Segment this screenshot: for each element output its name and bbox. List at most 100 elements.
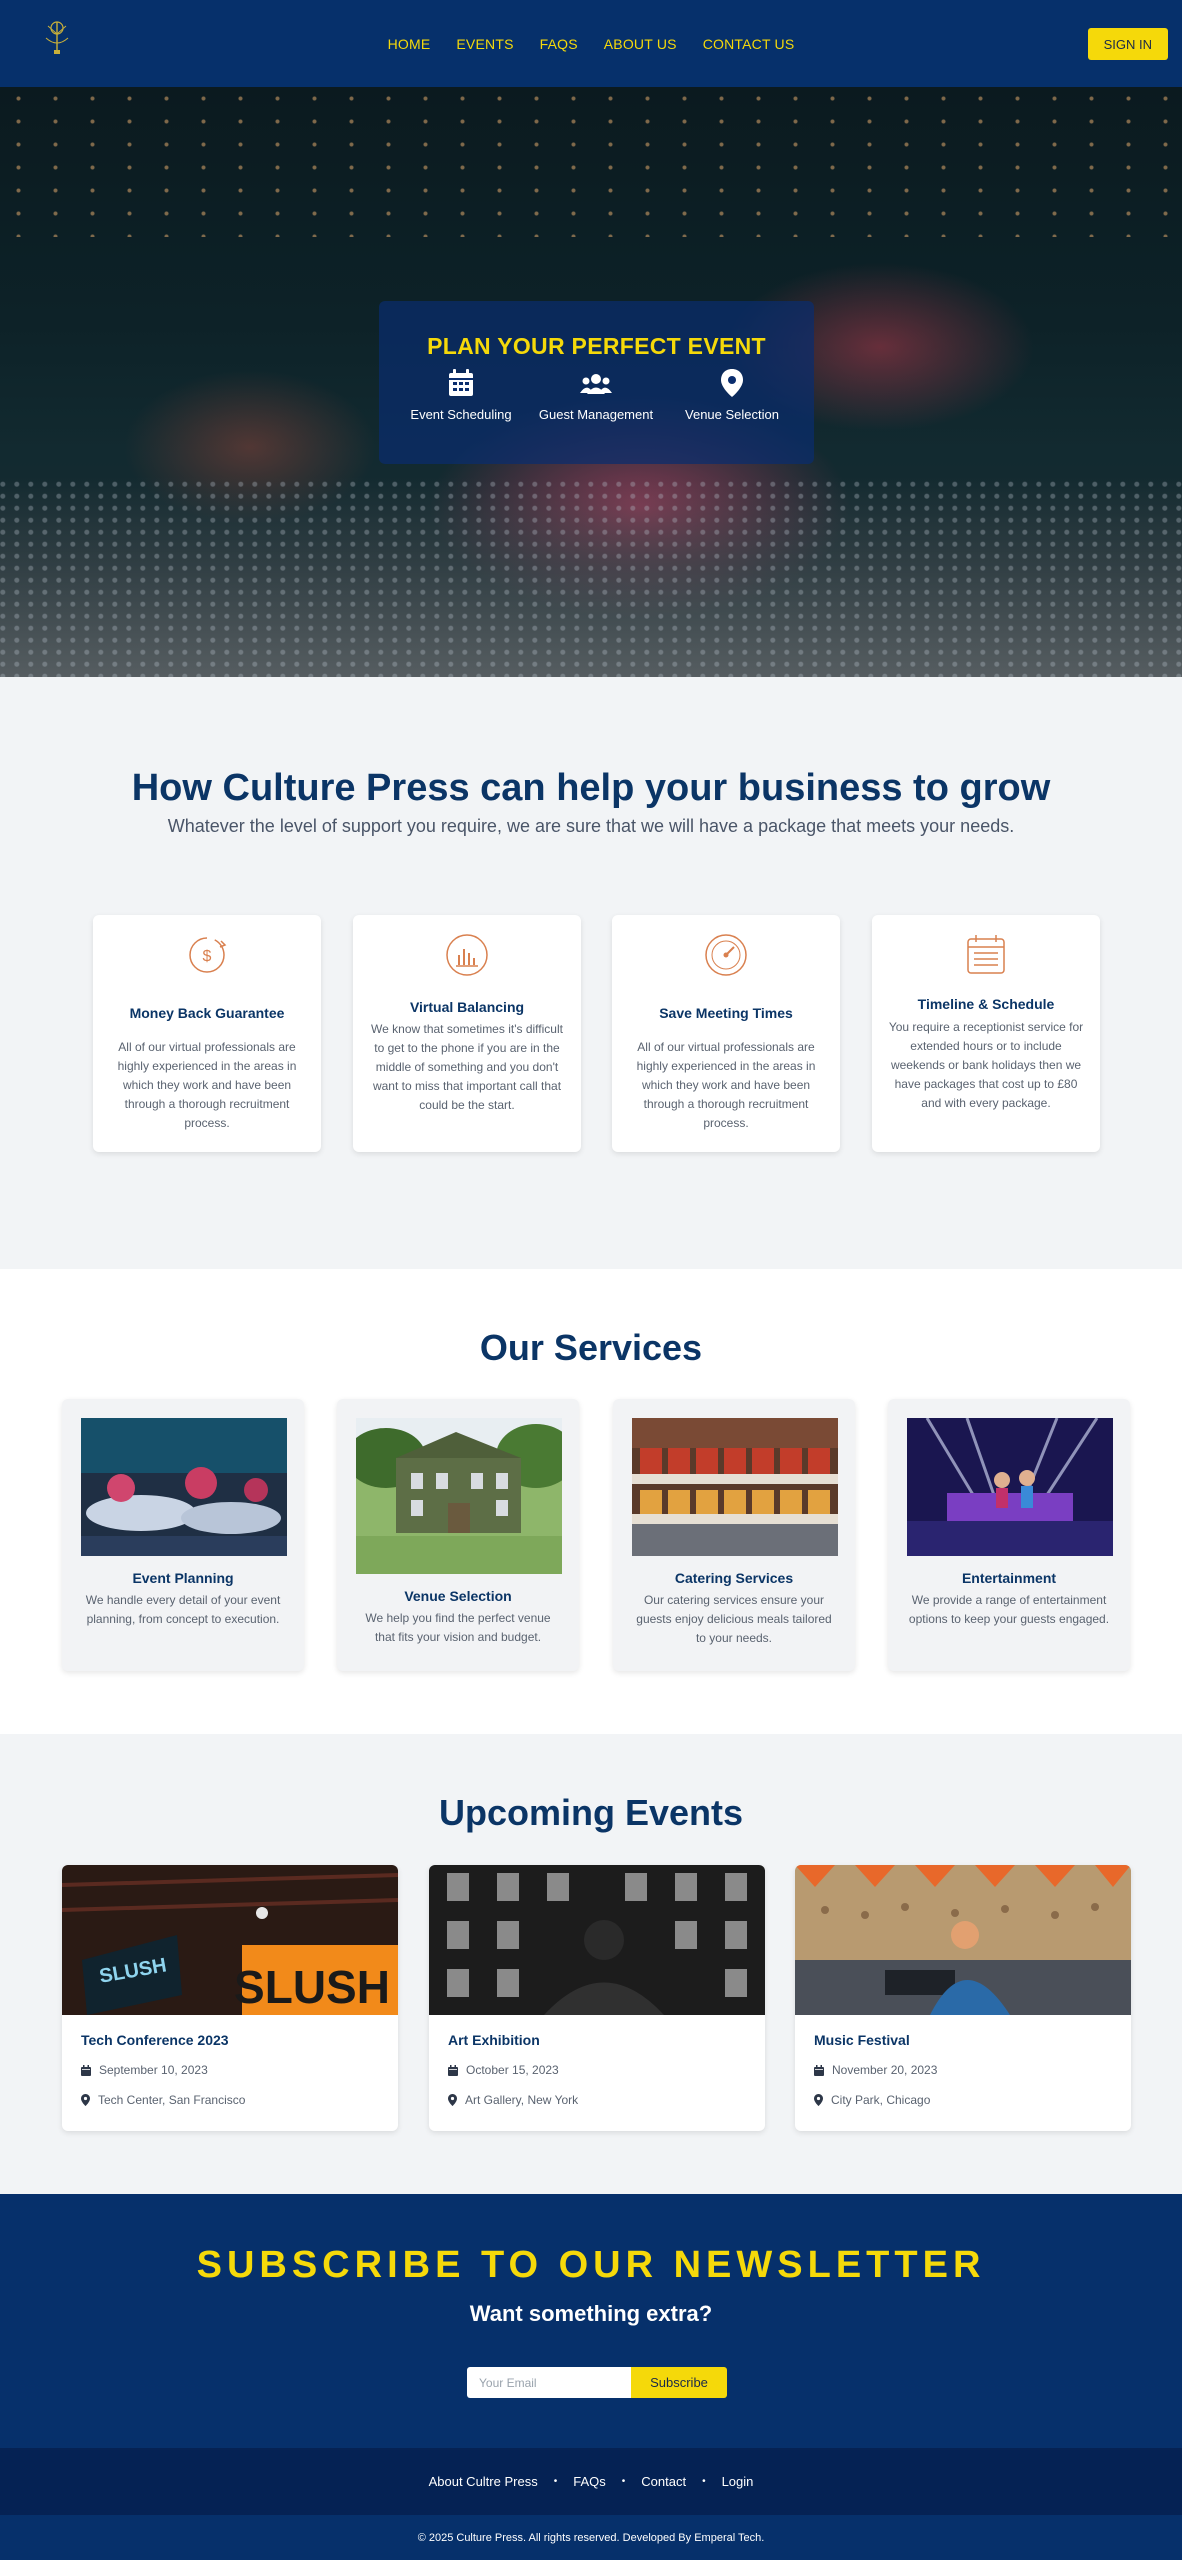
calendar-icon xyxy=(449,369,473,396)
service-card-description: Our catering services ensure your guests… xyxy=(636,1593,832,1645)
growth-section-title: How Culture Press can help your business… xyxy=(131,767,1051,809)
event-card-date: November 20, 2023 xyxy=(814,2063,937,2077)
upcoming-events-title: Upcoming Events xyxy=(438,1792,744,1833)
newsletter-section: SUBSCRIBE TO OUR NEWSLETTER Want somethi… xyxy=(0,2194,1182,2448)
bar-chart-icon xyxy=(446,934,488,976)
hero-feature-label: Venue Selection xyxy=(685,407,779,422)
tech-conference-image: SLUSH SLUSH xyxy=(62,1865,398,2015)
sign-in-button[interactable]: SIGN IN xyxy=(1087,28,1168,60)
event-card-date: September 10, 2023 xyxy=(81,2063,208,2077)
service-card-title: Catering Services xyxy=(674,1570,794,1586)
money-back-icon: $ xyxy=(189,937,227,973)
nav-contact-us[interactable]: CONTACT US xyxy=(703,36,795,52)
hero-background-lights xyxy=(0,87,1182,237)
event-location-text: Art Gallery, New York xyxy=(465,2093,579,2107)
event-card-title: Music Festival xyxy=(814,2032,910,2048)
event-card-location: Tech Center, San Francisco xyxy=(81,2093,245,2107)
feature-card-save-meeting-times: Save Meeting Times All of our virtual pr… xyxy=(612,915,840,1152)
nav-about-us[interactable]: ABOUT US xyxy=(604,36,677,52)
hero-feature-event-scheduling[interactable]: Event Scheduling xyxy=(391,369,531,422)
hero-feature-guest-management[interactable]: Guest Management xyxy=(526,369,666,422)
main-nav: HOME EVENTS FAQS ABOUT US CONTACT US xyxy=(0,0,1182,87)
feature-card-title: Timeline & Schedule xyxy=(917,996,1055,1012)
event-card-location: Art Gallery, New York xyxy=(448,2093,578,2107)
feature-card-title: Money Back Guarantee xyxy=(129,1005,285,1021)
event-card-date: October 15, 2023 xyxy=(448,2063,559,2077)
feature-card-virtual-balancing: Virtual Balancing We know that sometimes… xyxy=(353,915,581,1152)
newsletter-email-input[interactable] xyxy=(467,2367,631,2398)
location-pin-icon xyxy=(81,2094,90,2106)
nav-faqs[interactable]: FAQS xyxy=(540,36,578,52)
svg-text:SLUSH: SLUSH xyxy=(234,1961,390,2013)
service-card-title: Entertainment xyxy=(961,1570,1057,1586)
hero-card: PLAN YOUR PERFECT EVENT Event Scheduling xyxy=(379,301,814,464)
feature-card-description: We know that sometimes it's difficult to… xyxy=(371,1022,563,1112)
hero-feature-venue-selection[interactable]: Venue Selection xyxy=(662,369,802,422)
nav-events[interactable]: EVENTS xyxy=(456,36,513,52)
services-title: Our Services xyxy=(479,1327,703,1368)
gauge-icon xyxy=(705,934,747,976)
entertainment-image xyxy=(907,1418,1113,1556)
footer-separator: • xyxy=(621,2476,626,2487)
feature-card-title: Virtual Balancing xyxy=(409,999,525,1015)
location-pin-icon xyxy=(814,2094,823,2106)
event-card-tech-conference[interactable]: SLUSH SLUSH Tech Conference 2023 Septemb… xyxy=(62,1865,398,2131)
feature-card-description: All of our virtual professionals are hig… xyxy=(636,1040,816,1130)
music-festival-image xyxy=(795,1865,1131,2015)
footer-link-login[interactable]: Login xyxy=(722,2474,754,2489)
feature-card-description: All of our virtual professionals are hig… xyxy=(117,1040,297,1130)
growth-section: How Culture Press can help your business… xyxy=(0,677,1182,1269)
venue-selection-image xyxy=(356,1418,562,1574)
service-card-venue-selection[interactable]: Venue Selection We help you find the per… xyxy=(337,1399,579,1671)
event-location-text: City Park, Chicago xyxy=(831,2093,931,2107)
services-section: Our Services Event Planning We handle ev… xyxy=(0,1269,1182,1734)
feature-card-description: You require a receptionist service for e… xyxy=(888,1020,1084,1110)
feature-card-title: Save Meeting Times xyxy=(659,1005,793,1021)
footer-link-contact[interactable]: Contact xyxy=(641,2474,686,2489)
calendar-icon xyxy=(814,2064,824,2076)
service-card-title: Event Planning xyxy=(132,1570,234,1586)
service-card-description: We provide a range of entertainment opti… xyxy=(908,1593,1110,1626)
growth-section-subtitle: Whatever the level of support you requir… xyxy=(167,816,1015,836)
hero-feature-label: Event Scheduling xyxy=(410,407,512,422)
service-card-entertainment[interactable]: Entertainment We provide a range of ente… xyxy=(888,1399,1130,1671)
service-card-description: We help you find the perfect venue that … xyxy=(365,1611,551,1644)
calendar-icon xyxy=(81,2064,91,2076)
footer-link-about[interactable]: About Cultre Press xyxy=(429,2474,538,2489)
event-date-text: October 15, 2023 xyxy=(466,2063,559,2077)
event-date-text: November 20, 2023 xyxy=(832,2063,938,2077)
event-card-music-festival[interactable]: Music Festival November 20, 2023 City Pa… xyxy=(795,1865,1131,2131)
upcoming-events-section: Upcoming Events SLUSH SLUSH Tech Confere… xyxy=(0,1734,1182,2194)
feature-card-money-back: $ Money Back Guarantee All of our virtua… xyxy=(93,915,321,1152)
service-card-event-planning[interactable]: Event Planning We handle every detail of… xyxy=(62,1399,304,1671)
footer-separator: • xyxy=(702,2476,706,2487)
footer-link-faqs[interactable]: FAQs xyxy=(573,2474,606,2489)
newsletter-subtitle: Want something extra? xyxy=(469,2301,713,2326)
service-card-catering[interactable]: Catering Services Our catering services … xyxy=(613,1399,855,1671)
event-card-title: Tech Conference 2023 xyxy=(81,2032,229,2048)
footer-separator: • xyxy=(553,2476,558,2487)
nav-home[interactable]: HOME xyxy=(388,36,431,52)
hero-feature-label: Guest Management xyxy=(538,407,654,422)
art-exhibition-image xyxy=(429,1865,765,2015)
event-card-location: City Park, Chicago xyxy=(814,2093,930,2107)
subscribe-button[interactable]: Subscribe xyxy=(631,2367,727,2398)
location-pin-icon xyxy=(721,369,743,397)
event-card-title: Art Exhibition xyxy=(448,2032,540,2048)
copyright-bar: © 2025 Culture Press. All rights reserve… xyxy=(0,2515,1182,2560)
service-card-title: Venue Selection xyxy=(404,1588,512,1604)
service-card-description: We handle every detail of your event pla… xyxy=(85,1593,281,1626)
event-planning-image xyxy=(81,1418,287,1556)
catering-image xyxy=(632,1418,838,1556)
hero-banner: PLAN YOUR PERFECT EVENT Event Scheduling xyxy=(0,87,1182,677)
event-location-text: Tech Center, San Francisco xyxy=(98,2093,246,2107)
event-card-art-exhibition[interactable]: Art Exhibition October 15, 2023 Art Gall… xyxy=(429,1865,765,2131)
navbar: HOME EVENTS FAQS ABOUT US CONTACT US SIG… xyxy=(0,0,1182,87)
users-icon xyxy=(580,374,612,394)
footer-links: About Cultre Press • FAQs • Contact • Lo… xyxy=(0,2448,1182,2515)
location-pin-icon xyxy=(448,2094,457,2106)
schedule-icon xyxy=(967,935,1005,974)
feature-card-timeline-schedule: Timeline & Schedule You require a recept… xyxy=(872,915,1100,1152)
svg-text:$: $ xyxy=(203,948,212,965)
calendar-icon xyxy=(448,2064,458,2076)
